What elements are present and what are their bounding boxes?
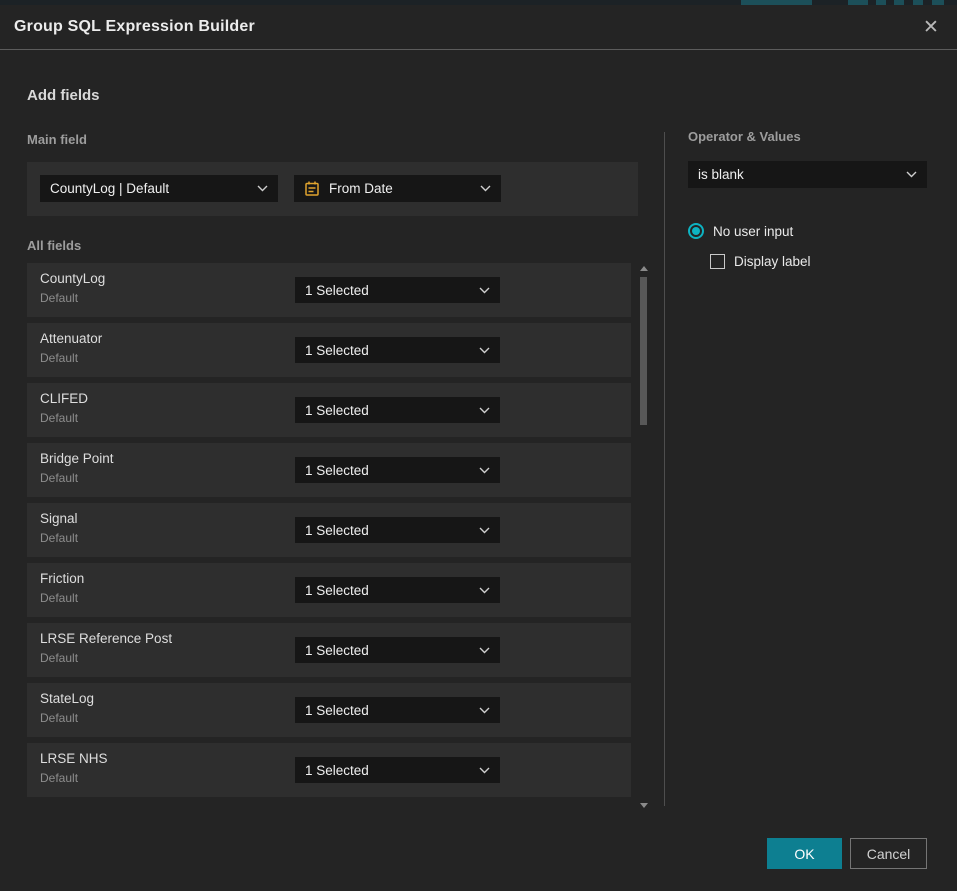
field-select-value: From Date	[329, 181, 393, 196]
field-row: StateLog Default 1 Selected	[27, 683, 631, 737]
radio-selected-icon	[688, 223, 704, 239]
field-value-select[interactable]: 1 Selected	[295, 337, 500, 363]
cancel-button[interactable]: Cancel	[850, 838, 927, 869]
no-user-input-label: No user input	[713, 224, 793, 239]
field-value-select[interactable]: 1 Selected	[295, 577, 500, 603]
field-value-select-value: 1 Selected	[305, 403, 369, 418]
field-row: Signal Default 1 Selected	[27, 503, 631, 557]
field-value-select[interactable]: 1 Selected	[295, 517, 500, 543]
field-value-select-value: 1 Selected	[305, 343, 369, 358]
field-value-select-value: 1 Selected	[305, 283, 369, 298]
column-divider	[664, 132, 665, 806]
scroll-up-icon[interactable]	[640, 266, 648, 271]
add-fields-heading: Add fields	[27, 87, 100, 104]
layer-select-value: CountyLog | Default	[50, 181, 169, 196]
field-row: LRSE Reference Post Default 1 Selected	[27, 623, 631, 677]
field-select[interactable]: From Date	[294, 175, 501, 202]
chevron-down-icon	[479, 767, 490, 774]
chevron-down-icon	[479, 407, 490, 414]
field-row: CountyLog Default 1 Selected	[27, 263, 631, 317]
scrollbar-thumb[interactable]	[640, 277, 647, 425]
field-value-select-value: 1 Selected	[305, 703, 369, 718]
chevron-down-icon	[257, 185, 268, 192]
field-value-select-value: 1 Selected	[305, 463, 369, 478]
chevron-down-icon	[479, 347, 490, 354]
checkbox-unchecked-icon	[710, 254, 725, 269]
field-row: LRSE NHS Default 1 Selected	[27, 743, 631, 797]
dialog-header: Group SQL Expression Builder ✕	[0, 5, 957, 50]
chevron-down-icon	[479, 527, 490, 534]
field-subtitle: Default	[40, 591, 78, 605]
fields-list-scrollbar[interactable]	[639, 263, 649, 811]
field-value-select-value: 1 Selected	[305, 583, 369, 598]
chevron-down-icon	[479, 587, 490, 594]
field-subtitle: Default	[40, 771, 78, 785]
chevron-down-icon	[479, 467, 490, 474]
field-row: Bridge Point Default 1 Selected	[27, 443, 631, 497]
field-value-select-value: 1 Selected	[305, 643, 369, 658]
field-subtitle: Default	[40, 711, 78, 725]
chevron-down-icon	[906, 171, 917, 178]
field-subtitle: Default	[40, 471, 78, 485]
screen: Group SQL Expression Builder ✕ Add field…	[0, 0, 957, 891]
field-value-select-value: 1 Selected	[305, 523, 369, 538]
field-subtitle: Default	[40, 411, 78, 425]
chevron-down-icon	[479, 647, 490, 654]
scroll-down-icon[interactable]	[640, 803, 648, 808]
all-fields-label: All fields	[27, 238, 81, 253]
field-subtitle: Default	[40, 351, 78, 365]
field-name: LRSE Reference Post	[40, 631, 172, 646]
field-subtitle: Default	[40, 531, 78, 545]
no-user-input-radio[interactable]: No user input	[688, 223, 793, 239]
field-value-select[interactable]: 1 Selected	[295, 457, 500, 483]
field-name: StateLog	[40, 691, 94, 706]
chevron-down-icon	[479, 287, 490, 294]
field-value-select-value: 1 Selected	[305, 763, 369, 778]
chevron-down-icon	[479, 707, 490, 714]
operator-select[interactable]: is blank	[688, 161, 927, 188]
field-value-select[interactable]: 1 Selected	[295, 637, 500, 663]
field-name: Bridge Point	[40, 451, 114, 466]
field-subtitle: Default	[40, 291, 78, 305]
field-name: Signal	[40, 511, 78, 526]
field-value-select[interactable]: 1 Selected	[295, 397, 500, 423]
calendar-icon	[304, 180, 320, 197]
field-name: CountyLog	[40, 271, 105, 286]
field-value-select[interactable]: 1 Selected	[295, 697, 500, 723]
field-name: CLIFED	[40, 391, 88, 406]
field-name: Friction	[40, 571, 84, 586]
operator-select-value: is blank	[698, 167, 744, 182]
operator-values-heading: Operator & Values	[688, 129, 801, 144]
layer-select[interactable]: CountyLog | Default	[40, 175, 278, 202]
field-row: Friction Default 1 Selected	[27, 563, 631, 617]
field-name: LRSE NHS	[40, 751, 108, 766]
field-row: CLIFED Default 1 Selected	[27, 383, 631, 437]
close-icon[interactable]: ✕	[919, 16, 943, 40]
field-subtitle: Default	[40, 651, 78, 665]
main-field-label: Main field	[27, 132, 87, 147]
ok-button[interactable]: OK	[767, 838, 842, 869]
field-row: Attenuator Default 1 Selected	[27, 323, 631, 377]
field-name: Attenuator	[40, 331, 102, 346]
field-value-select[interactable]: 1 Selected	[295, 757, 500, 783]
dialog-title: Group SQL Expression Builder	[14, 18, 255, 36]
main-field-panel: CountyLog | Default From Date	[27, 162, 638, 216]
group-sql-expression-builder-dialog: Group SQL Expression Builder ✕ Add field…	[0, 5, 957, 891]
chevron-down-icon	[480, 185, 491, 192]
field-value-select[interactable]: 1 Selected	[295, 277, 500, 303]
display-label-label: Display label	[734, 254, 811, 269]
display-label-checkbox[interactable]: Display label	[710, 254, 811, 269]
